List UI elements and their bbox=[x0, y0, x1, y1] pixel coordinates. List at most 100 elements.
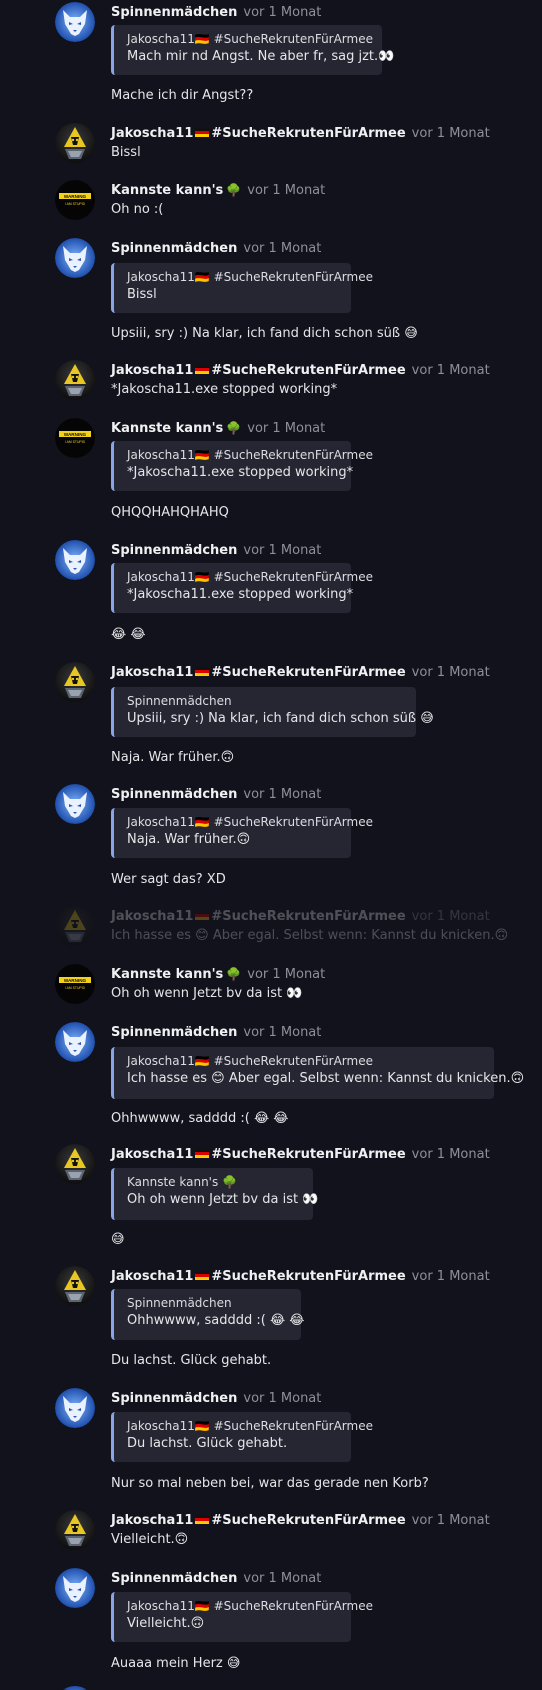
wolf-avatar[interactable] bbox=[55, 1022, 95, 1062]
germany-flag-icon bbox=[195, 667, 210, 676]
quote-author: Jakoscha11🇩🇪 #SucheRekrutenFürArmee bbox=[127, 815, 373, 829]
quote-author: Jakoscha11🇩🇪 #SucheRekrutenFürArmee bbox=[127, 1599, 373, 1613]
message-header: Kannste kann's 🌳 vor 1 Monat bbox=[111, 180, 325, 198]
germany-flag-icon bbox=[195, 911, 210, 920]
author-name[interactable]: Spinnenmädchen bbox=[111, 543, 237, 558]
wolf-avatar[interactable] bbox=[55, 540, 95, 580]
reply-quote[interactable]: Spinnenmädchen Ohhwwww, sadddd :( 😂 😂 bbox=[111, 1289, 304, 1340]
message-text: Naja. War früher.🙃 bbox=[111, 750, 235, 765]
gold-emblem-avatar[interactable] bbox=[55, 906, 95, 946]
wolf-avatar[interactable] bbox=[55, 1686, 95, 1690]
author-name-text: Jakoscha11 bbox=[111, 126, 194, 141]
message-header: Spinnenmädchen vor 1 Monat bbox=[111, 238, 321, 256]
warning-avatar[interactable] bbox=[55, 964, 95, 1004]
author-name-text: Kannste kann's bbox=[111, 183, 224, 198]
author-name[interactable]: Spinnenmädchen bbox=[111, 1025, 237, 1040]
author-name[interactable]: Kannste kann's 🌳 bbox=[111, 183, 241, 198]
quote-author: Jakoscha11🇩🇪 #SucheRekrutenFürArmee bbox=[127, 32, 373, 46]
wolf-avatar[interactable] bbox=[55, 2, 95, 42]
reply-quote[interactable]: Jakoscha11🇩🇪 #SucheRekrutenFürArmee Biss… bbox=[111, 263, 373, 313]
gold-emblem-avatar[interactable] bbox=[55, 662, 95, 702]
wolf-avatar[interactable] bbox=[55, 1568, 95, 1608]
author-name-text: Kannste kann's bbox=[111, 967, 224, 982]
reply-quote[interactable]: Jakoscha11🇩🇪 #SucheRekrutenFürArmee Viel… bbox=[111, 1592, 373, 1642]
author-tag: #SucheRekrutenFürArmee bbox=[211, 1269, 406, 1284]
wolf-avatar[interactable] bbox=[55, 784, 95, 824]
tree-icon: 🌳 bbox=[226, 967, 242, 981]
germany-flag-icon bbox=[195, 365, 210, 374]
germany-flag-icon bbox=[195, 1149, 210, 1158]
message-text: QHQQHAHQHAHQ bbox=[111, 505, 229, 520]
tree-icon: 🌳 bbox=[226, 421, 242, 435]
reply-quote[interactable]: Jakoscha11🇩🇪 #SucheRekrutenFürArmee Du l… bbox=[111, 1412, 373, 1462]
author-name[interactable]: Spinnenmädchen bbox=[111, 241, 237, 256]
timestamp: vor 1 Monat bbox=[243, 5, 322, 20]
reply-quote[interactable]: Spinnenmädchen Upsiii, sry :) Na klar, i… bbox=[111, 687, 434, 737]
message-header: Spinnenmädchen vor 1 Monat bbox=[111, 1388, 321, 1406]
timestamp: vor 1 Monat bbox=[243, 543, 322, 558]
message-header: Jakoscha11 #SucheRekrutenFürArmee vor 1 Mo… bbox=[111, 360, 490, 378]
author-name[interactable]: Spinnenmädchen bbox=[111, 1571, 237, 1586]
author-name[interactable]: Jakoscha11 #SucheRekrutenFürArmee bbox=[111, 1269, 406, 1284]
wolf-avatar[interactable] bbox=[55, 238, 95, 278]
author-name[interactable]: Jakoscha11 #SucheRekrutenFürArmee bbox=[111, 665, 406, 680]
gold-emblem-avatar[interactable] bbox=[55, 1266, 95, 1306]
warning-avatar[interactable] bbox=[55, 180, 95, 220]
message-text: Nur so mal neben bei, war das gerade nen… bbox=[111, 1476, 429, 1491]
tree-icon: 🌳 bbox=[226, 183, 242, 197]
reply-quote[interactable]: Jakoscha11🇩🇪 #SucheRekrutenFürArmee *Jak… bbox=[111, 563, 373, 613]
message-header: Jakoscha11 #SucheRekrutenFürArmee vor 1 Mo… bbox=[111, 1144, 490, 1162]
message-text: *Jakoscha11.exe stopped working* bbox=[111, 382, 338, 397]
timestamp: vor 1 Monat bbox=[411, 909, 490, 924]
author-tag: #SucheRekrutenFürArmee bbox=[211, 1147, 406, 1162]
gold-emblem-avatar[interactable] bbox=[55, 1510, 95, 1550]
gold-emblem-avatar[interactable] bbox=[55, 1144, 95, 1184]
author-name[interactable]: Spinnenmädchen bbox=[111, 5, 237, 20]
quote-author: Jakoscha11🇩🇪 #SucheRekrutenFürArmee bbox=[127, 448, 373, 462]
author-name[interactable]: Spinnenmädchen bbox=[111, 787, 237, 802]
message-header: Jakoscha11 #SucheRekrutenFürArmee vor 1 Mo… bbox=[111, 1510, 490, 1528]
timestamp: vor 1 Monat bbox=[243, 1025, 322, 1040]
author-name[interactable]: Jakoscha11 #SucheRekrutenFürArmee bbox=[111, 909, 406, 924]
author-name[interactable]: Kannste kann's 🌳 bbox=[111, 421, 241, 436]
warning-avatar[interactable] bbox=[55, 418, 95, 458]
author-name-text: Jakoscha11 bbox=[111, 665, 194, 680]
reply-quote[interactable]: Jakoscha11🇩🇪 #SucheRekrutenFürArmee Ich … bbox=[111, 1047, 525, 1099]
quote-author: Jakoscha11🇩🇪 #SucheRekrutenFürArmee bbox=[127, 1419, 373, 1433]
message-header: Spinnenmädchen vor 1 Monat bbox=[111, 784, 321, 802]
quote-text: Ich hasse es 😊 Aber egal. Selbst wenn: K… bbox=[127, 1071, 525, 1086]
message-text: Ohhwwww, sadddd :( 😂 😂 bbox=[111, 1111, 289, 1126]
gold-emblem-avatar[interactable] bbox=[55, 360, 95, 400]
author-name[interactable]: Jakoscha11 #SucheRekrutenFürArmee bbox=[111, 1147, 406, 1162]
message-text: 😂 😂 bbox=[111, 627, 146, 642]
message-text: Upsiii, sry :) Na klar, ich fand dich sc… bbox=[111, 326, 418, 341]
quote-author: Spinnenmädchen bbox=[127, 1296, 232, 1310]
quote-author: Jakoscha11🇩🇪 #SucheRekrutenFürArmee bbox=[127, 570, 373, 584]
author-name[interactable]: Jakoscha11 #SucheRekrutenFürArmee bbox=[111, 126, 406, 141]
message-text: Auaaa mein Herz 😅 bbox=[111, 1656, 241, 1671]
timestamp: vor 1 Monat bbox=[243, 787, 322, 802]
gold-emblem-avatar[interactable] bbox=[55, 123, 95, 163]
author-name[interactable]: Jakoscha11 #SucheRekrutenFürArmee bbox=[111, 1513, 406, 1528]
author-name[interactable]: Jakoscha11 #SucheRekrutenFürArmee bbox=[111, 363, 406, 378]
germany-flag-icon bbox=[195, 1271, 210, 1280]
reply-quote[interactable]: Jakoscha11🇩🇪 #SucheRekrutenFürArmee Naja… bbox=[111, 808, 373, 858]
message-header: Kannste kann's 🌳 vor 1 Monat bbox=[111, 418, 325, 436]
author-tag: #SucheRekrutenFürArmee bbox=[211, 126, 406, 141]
author-name[interactable]: Spinnenmädchen bbox=[111, 1391, 237, 1406]
quote-author: Jakoscha11🇩🇪 #SucheRekrutenFürArmee bbox=[127, 270, 373, 284]
author-tag: #SucheRekrutenFürArmee bbox=[211, 363, 406, 378]
reply-quote[interactable]: Jakoscha11🇩🇪 #SucheRekrutenFürArmee Mach… bbox=[111, 25, 394, 75]
wolf-avatar[interactable] bbox=[55, 1388, 95, 1428]
quote-text: *Jakoscha11.exe stopped working* bbox=[127, 465, 354, 480]
author-tag: #SucheRekrutenFürArmee bbox=[211, 1513, 406, 1528]
timestamp: vor 1 Monat bbox=[243, 1571, 322, 1586]
quote-text: Oh oh wenn Jetzt bv da ist 👀 bbox=[127, 1192, 319, 1207]
reply-quote[interactable]: Jakoscha11🇩🇪 #SucheRekrutenFürArmee *Jak… bbox=[111, 441, 373, 491]
germany-flag-icon bbox=[195, 1515, 210, 1524]
reply-quote[interactable]: Kannste kann's 🌳 Oh oh wenn Jetzt bv da … bbox=[111, 1168, 319, 1220]
author-name[interactable]: Kannste kann's 🌳 bbox=[111, 967, 241, 982]
author-name-text: Jakoscha11 bbox=[111, 909, 194, 924]
timestamp: vor 1 Monat bbox=[411, 1147, 490, 1162]
message-header: Spinnenmädchen vor 1 Monat bbox=[111, 540, 321, 558]
